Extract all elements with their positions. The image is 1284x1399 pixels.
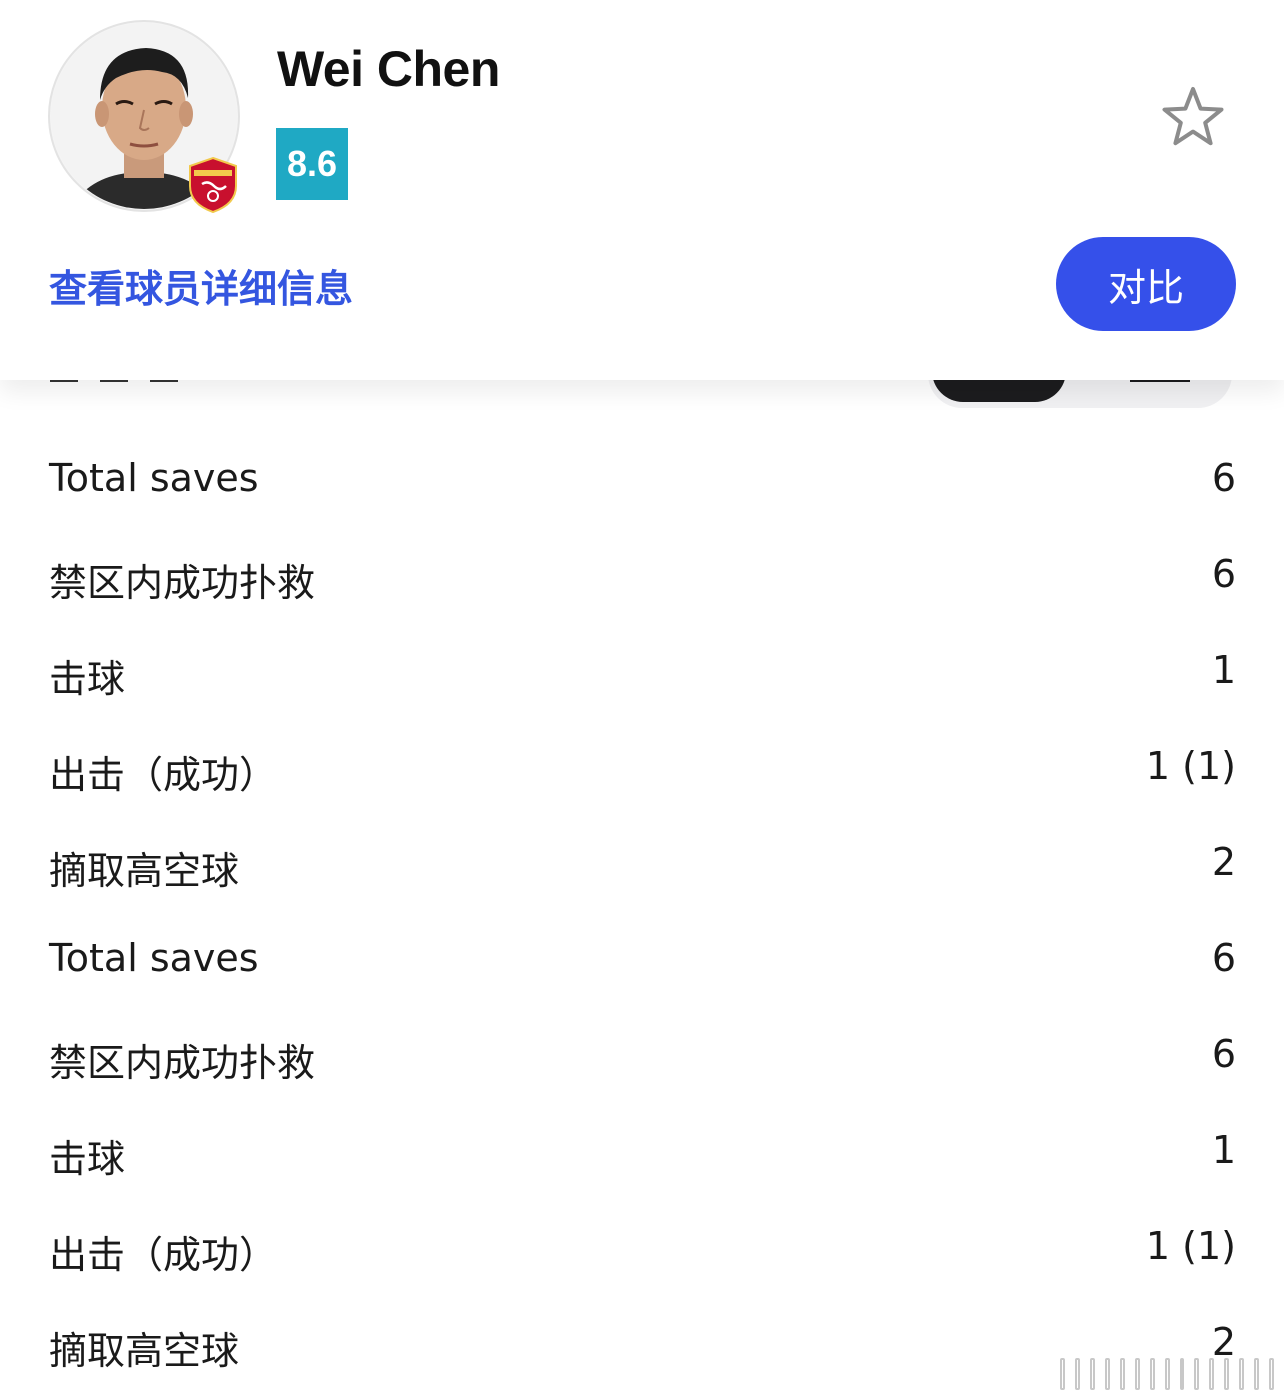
stat-row: 摘取高空球 2 [0,816,1284,912]
stat-row: 出击（成功） 1 (1) [0,1200,1284,1296]
stat-label: 出击（成功） [49,1233,278,1277]
stat-row: 出击（成功） 1 (1) [0,720,1284,816]
goalkeeper-stats-list: Total saves 6 禁区内成功扑救 6 击球 1 出击（成功） 1 (1) 摘取高空球 2… [0,432,1284,1392]
stat-label: Total saves [49,936,259,980]
stat-label: 击球 [49,657,126,701]
stat-row: Total saves 6 [0,912,1284,1008]
star-outline-icon[interactable] [1160,84,1226,150]
player-name: Wei Chen [277,41,500,97]
stat-value: 1 (1) [1145,1224,1236,1268]
player-rating-badge: 8.6 [276,128,348,200]
stat-label: 摘取高空球 [49,1329,240,1373]
stat-value: 6 [1211,456,1236,500]
compare-button[interactable]: 对比 [1056,237,1236,331]
stat-label: 击球 [49,1137,126,1181]
stat-value: 1 (1) [1145,744,1236,788]
stat-value: 6 [1211,552,1236,596]
stat-label: 禁区内成功扑救 [49,561,316,605]
stat-value: 6 [1211,936,1236,980]
player-stats-screen: Wei Chen 8.6 查看球员详细信息 对比 Total saves 6 禁区内… [0,0,1284,1399]
stat-row: 击球 1 [0,1104,1284,1200]
view-player-details-link[interactable]: 查看球员详细信息 [49,258,353,313]
stat-value: 6 [1211,1032,1236,1076]
stat-row: 禁区内成功扑救 6 [0,528,1284,624]
stat-label: 出击（成功） [49,753,278,797]
player-avatar[interactable] [48,20,240,214]
player-header-card: Wei Chen 8.6 查看球员详细信息 对比 [0,0,1284,380]
stat-value: 1 [1211,648,1236,692]
stat-row: 禁区内成功扑救 6 [0,1008,1284,1104]
stat-value: 1 [1211,1128,1236,1172]
stat-label: 摘取高空球 [49,849,240,893]
club-badge-icon [189,156,237,214]
stat-value: 2 [1211,840,1236,884]
stat-row: Total saves 6 [0,432,1284,528]
stat-label: 禁区内成功扑救 [49,1041,316,1085]
stat-row: 击球 1 [0,624,1284,720]
watermark [1060,1354,1275,1390]
stat-label: Total saves [49,456,259,500]
